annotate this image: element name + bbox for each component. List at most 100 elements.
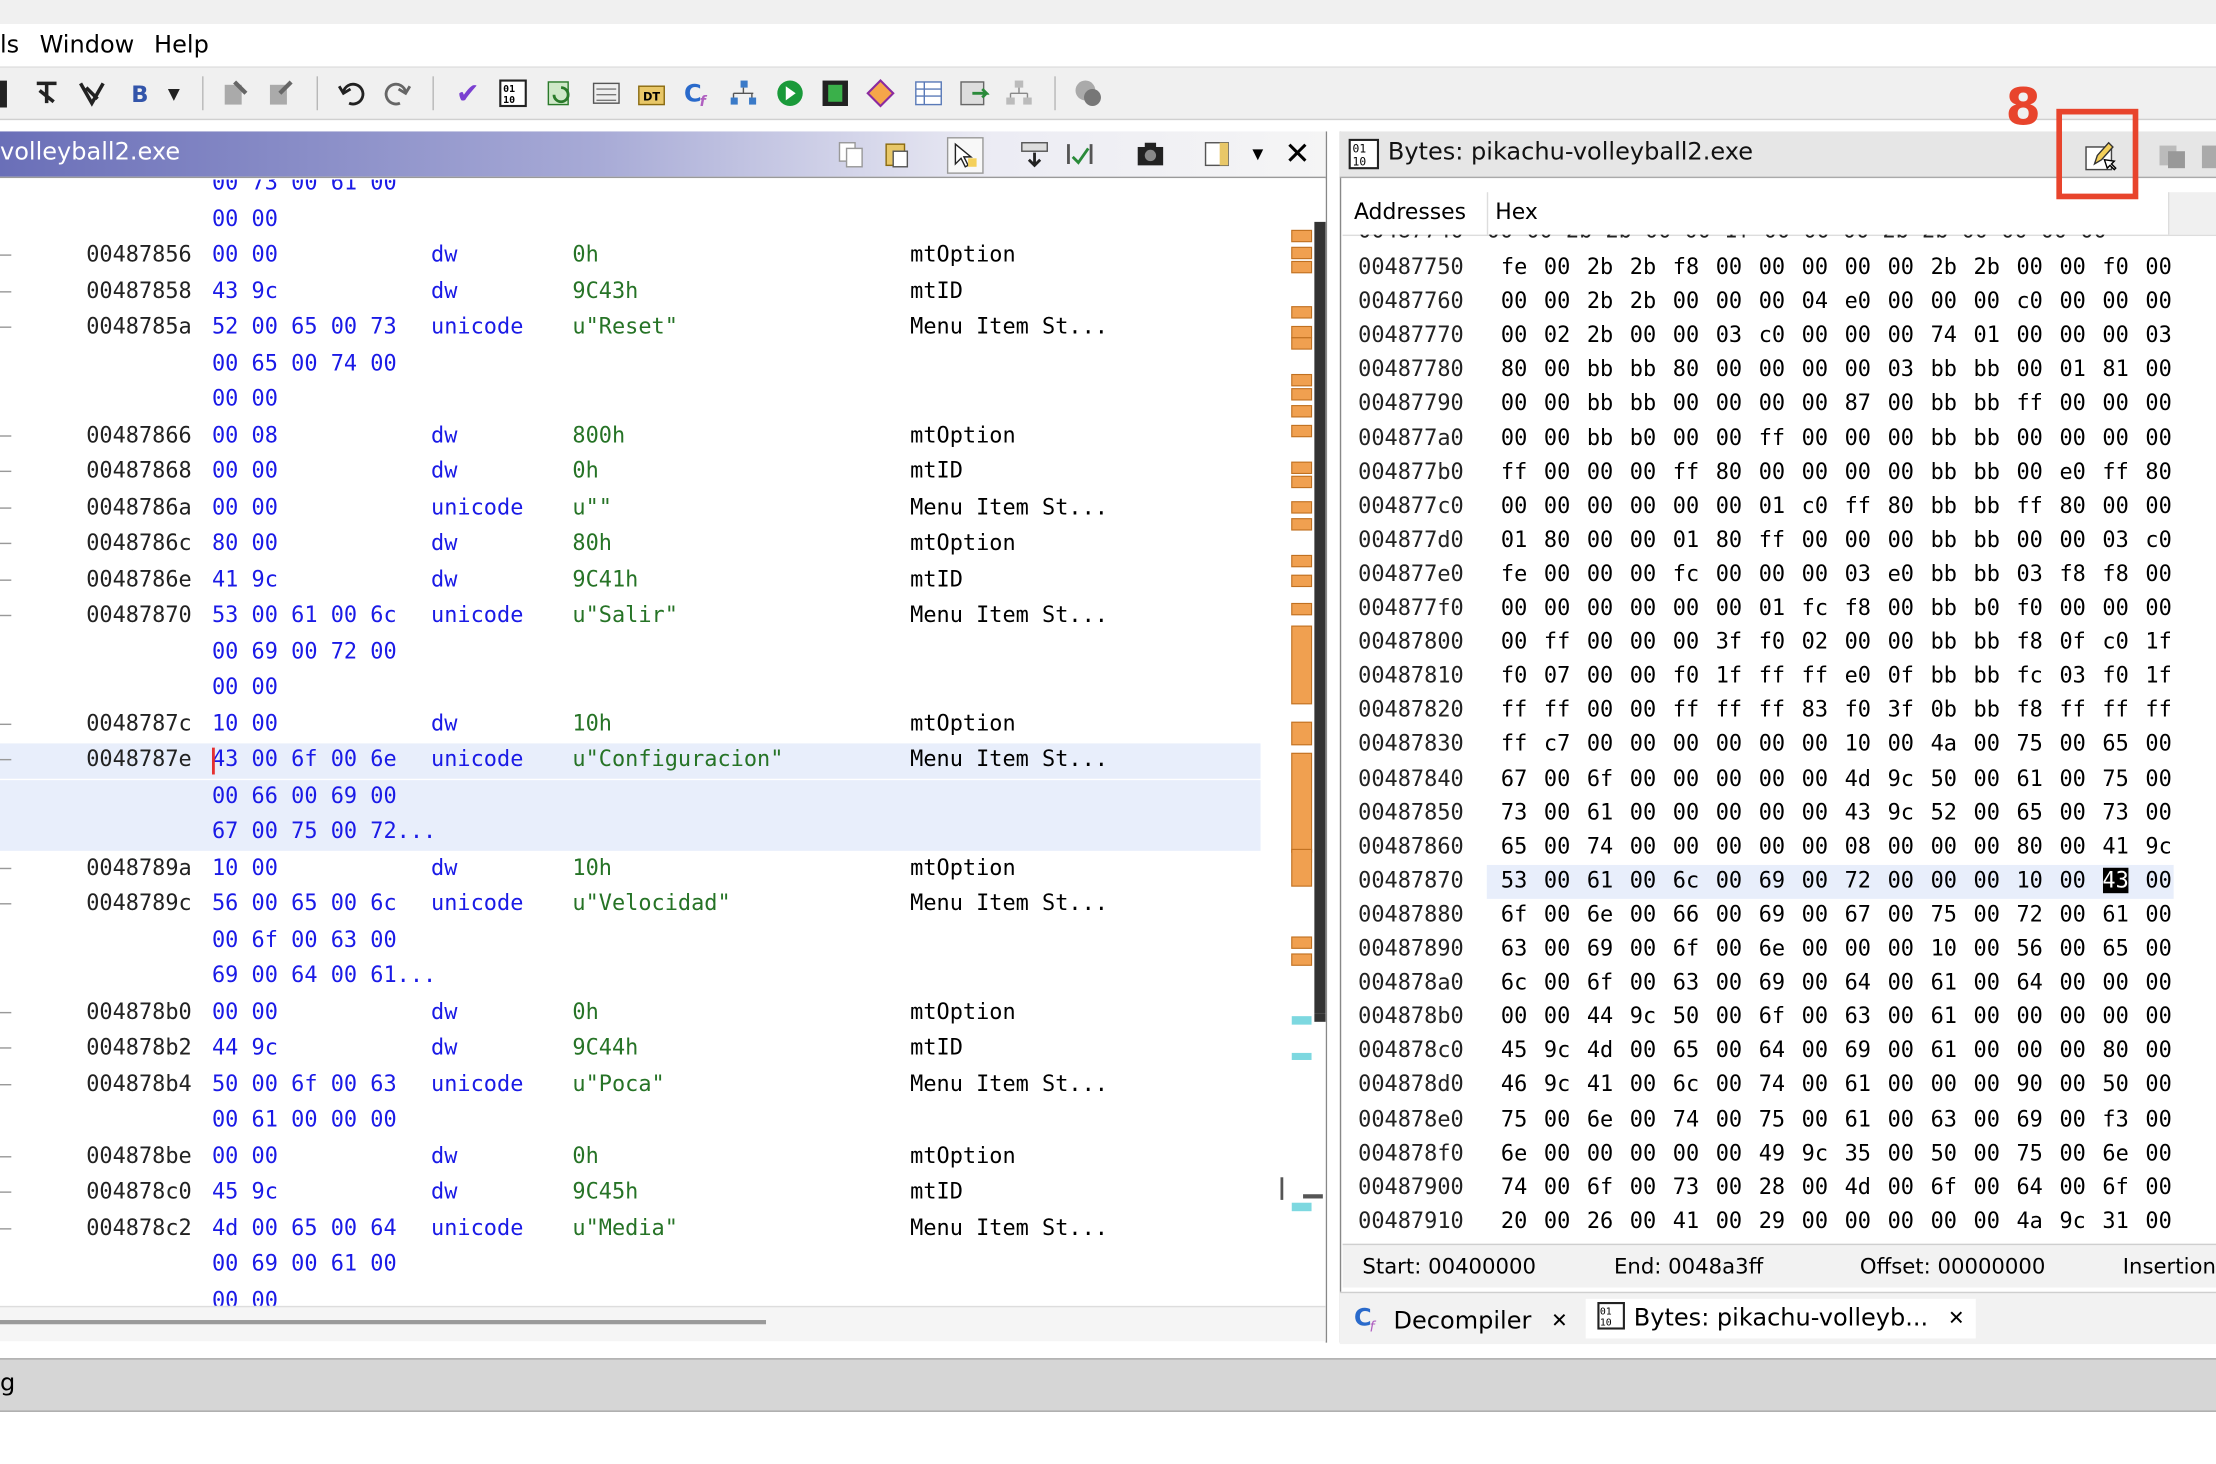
hex-row[interactable]: 004878b0 00 00 44 9c 50 00 6f 00 63 00 61 00 00 00 00 00 [1343,1001,2191,1035]
hex-byte[interactable]: 00 [1716,731,1742,756]
hex-byte[interactable]: 9c [2145,833,2171,858]
hex-byte[interactable]: bb [1974,527,2000,552]
hex-byte[interactable]: 63 [1931,1106,1957,1131]
more-options-icon[interactable] [2199,140,2216,178]
hex-byte[interactable]: 00 [1888,1004,1914,1029]
listing-row[interactable]: 00 6f 00 63 00 [0,924,1261,959]
hex-byte[interactable]: 00 [1716,425,1742,450]
layout-dropdown-icon[interactable]: ▼ [1241,137,1275,171]
hex-byte[interactable]: 00 [1802,254,1828,279]
hex-byte[interactable]: 03 [2145,322,2171,347]
hex-byte[interactable]: 2b [1587,322,1613,347]
hex-byte[interactable]: ff [1673,459,1699,484]
hex-byte[interactable]: 73 [1501,799,1527,824]
hex-byte[interactable]: 00 [1974,1140,2000,1165]
hex-byte[interactable]: 08 [1845,833,1871,858]
listing-row[interactable]: 00487856 00 00 dw 0h mtOption [0,239,1261,274]
hex-row[interactable]: 00487790 00 00 bb bb 00 00 00 00 87 00 bb bb ff 00 00 00 [1343,388,2191,422]
hex-byte[interactable]: 02 [1802,629,1828,654]
hex-row[interactable]: 004877e0 fe 00 00 00 fc 00 00 00 03 e0 bb bb 03 f8 f8 00 [1343,558,2191,592]
hex-byte[interactable]: 00 [2102,391,2128,416]
hex-byte[interactable]: 00 [1845,936,1871,961]
hex-byte[interactable]: 00 [1501,629,1527,654]
hex-byte[interactable]: 00 [1802,1106,1828,1131]
hex-byte[interactable]: 28 [1759,1174,1785,1199]
hex-byte[interactable]: 6f [1931,1174,1957,1199]
hex-byte[interactable]: 4a [2016,1208,2042,1233]
hex-byte[interactable]: 00 [1501,1004,1527,1029]
hex-byte[interactable]: 00 [1974,731,2000,756]
hex-byte[interactable]: 74 [1759,1072,1785,1097]
hex-byte[interactable]: 00 [2145,254,2171,279]
close-decompiler-tab-icon[interactable]: ✕ [1551,1309,1568,1332]
hex-byte[interactable]: 00 [1888,459,1914,484]
hex-row[interactable]: 004878c0 45 9c 4d 00 65 00 64 00 69 00 61 00 00 00 80 00 [1343,1035,2191,1069]
hex-byte[interactable]: 00 [2145,425,2171,450]
hex-byte[interactable]: 00 [1544,254,1570,279]
hex-byte[interactable]: 00 [1630,561,1656,586]
hex-byte[interactable]: f0 [2102,254,2128,279]
hex-byte[interactable]: ff [1716,697,1742,722]
hex-byte[interactable]: f0 [1845,697,1871,722]
hex-byte[interactable]: c0 [2145,527,2171,552]
redo-icon[interactable] [382,78,413,109]
hex-byte[interactable]: 75 [2102,765,2128,790]
listing-overview-bar[interactable] [1280,179,1326,1306]
hex-byte[interactable]: 00 [1845,322,1871,347]
hex-byte[interactable]: 50 [1673,1004,1699,1029]
hex-byte[interactable]: 00 [1974,1208,2000,1233]
hex-byte[interactable]: 00 [1759,731,1785,756]
listing-row[interactable]: 0048785a 52 00 65 00 73 unicode u"Reset" Men… [0,311,1261,346]
hex-byte[interactable]: 00 [1888,1174,1914,1199]
hex-byte[interactable]: fc [1802,595,1828,620]
hex-byte[interactable]: 00 [2059,731,2085,756]
hex-row[interactable]: 00487840 67 00 6f 00 00 00 00 00 4d 9c 50 00 61 00 75 00 [1343,762,2191,796]
hex-byte[interactable]: ff [2102,697,2128,722]
hex-byte[interactable]: 00 [1974,288,2000,313]
hex-byte[interactable]: 00 [1802,765,1828,790]
binary-icon[interactable]: 01 10 [497,78,528,109]
hex-byte[interactable]: bb [1974,629,2000,654]
hex-byte[interactable]: 9c [1544,1072,1570,1097]
hex-byte[interactable]: c0 [1802,493,1828,518]
hex-byte[interactable]: 00 [1630,322,1656,347]
hex-byte[interactable]: 2b [1974,254,2000,279]
hex-byte[interactable]: 41 [2102,833,2128,858]
hex-byte[interactable]: 00 [1630,1140,1656,1165]
hex-row[interactable]: 004877c0 00 00 00 00 00 00 01 c0 ff 80 bb bb ff 80 00 00 [1343,490,2191,524]
hex-byte[interactable]: 00 [1630,663,1656,688]
hex-byte[interactable]: e0 [1845,288,1871,313]
hex-byte[interactable]: 00 [1888,1106,1914,1131]
listing-row[interactable]: 004878b2 44 9c dw 9C44h mtID [0,1032,1261,1067]
hex-byte[interactable]: 00 [1974,970,2000,995]
hex-byte[interactable]: 00 [2016,459,2042,484]
hex-byte[interactable]: 00 [1888,902,1914,927]
hex-byte[interactable]: 00 [2102,322,2128,347]
hex-byte[interactable]: 64 [1759,1038,1785,1063]
hex-byte[interactable]: 00 [1544,936,1570,961]
hex-byte[interactable]: 61 [1587,867,1613,892]
hex-byte[interactable]: 69 [1587,936,1613,961]
listing-row[interactable]: 00 73 00 61 00 [0,179,1261,202]
hex-byte[interactable]: 45 [1501,1038,1527,1063]
hex-byte[interactable]: ff [1544,629,1570,654]
hex-byte[interactable]: 44 [1587,1004,1613,1029]
hex-byte[interactable]: 64 [2016,1174,2042,1199]
hex-row-bytes[interactable]: 74 00 6f 00 73 00 28 00 4d 00 6f 00 64 00 6f 00 [1487,1171,2174,1205]
snapshot-icon[interactable] [2157,140,2191,178]
hex-byte[interactable]: 50 [2102,1072,2128,1097]
hex-byte[interactable]: 80 [1888,493,1914,518]
hex-byte[interactable]: b0 [1630,425,1656,450]
hex-byte[interactable]: 00 [1716,867,1742,892]
hex-byte[interactable]: 75 [2016,1140,2042,1165]
hex-byte[interactable]: 00 [1974,1174,2000,1199]
hex-row[interactable]: 004877f0 00 00 00 00 00 00 01 fc f8 00 bb b0 f0 00 00 00 [1343,592,2191,626]
hex-row[interactable]: 00487890 63 00 69 00 6f 00 6e 00 00 00 10 00 56 00 65 00 [1343,933,2191,967]
hex-byte[interactable]: 00 [1544,1208,1570,1233]
close-bytes-tab-icon[interactable]: ✕ [1948,1307,1965,1330]
hex-byte[interactable]: e0 [1845,663,1871,688]
hex-byte[interactable]: 00 [2059,391,2085,416]
help-bubble-icon[interactable] [1073,78,1104,109]
hex-byte[interactable]: bb [1931,527,1957,552]
hex-byte[interactable]: 00 [1673,799,1699,824]
